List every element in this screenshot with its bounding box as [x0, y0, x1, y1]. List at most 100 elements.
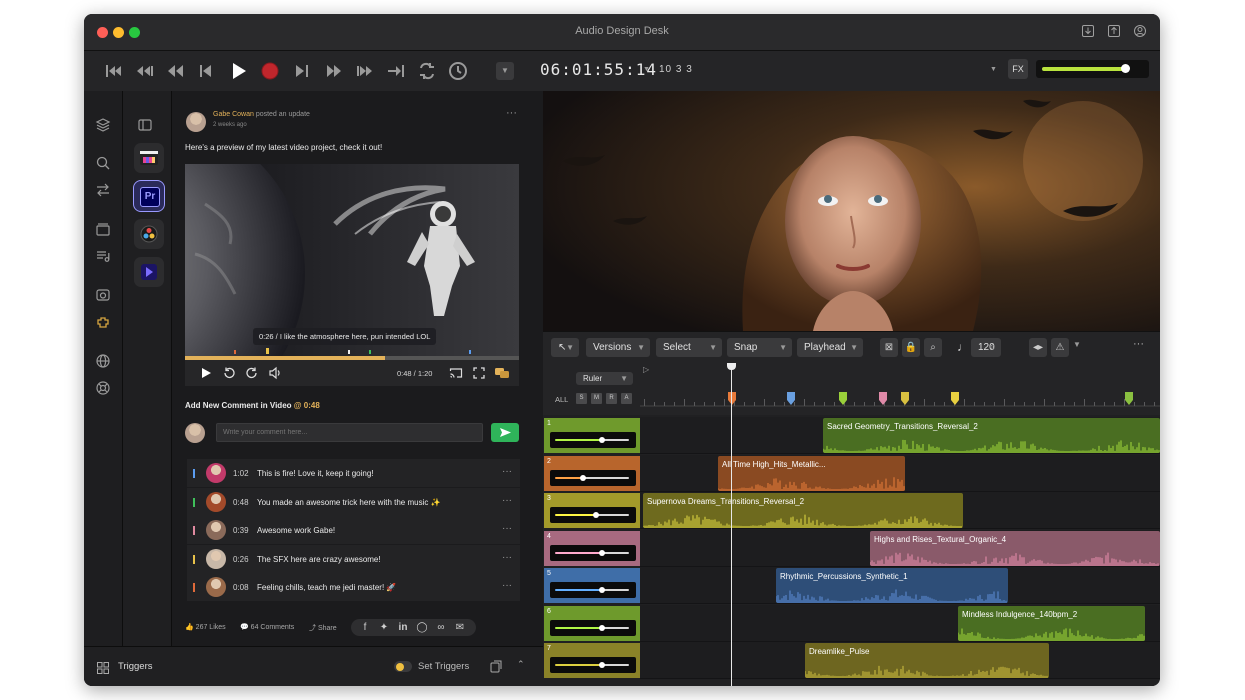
facebook-icon[interactable]: f — [358, 621, 372, 635]
step-forward-icon[interactable] — [289, 59, 313, 83]
comment-marker[interactable] — [234, 350, 236, 354]
audio-clip[interactable]: Supernova Dreams_Transitions_Reversal_2 — [643, 493, 963, 528]
comments-icon[interactable] — [494, 365, 510, 381]
pointer-tool-dropdown[interactable]: ↖ ▼ — [551, 338, 579, 357]
track-header[interactable]: 3 — [544, 493, 640, 528]
track-header[interactable]: 2 — [544, 455, 640, 491]
folder-icon[interactable] — [95, 221, 111, 237]
comment-more-icon[interactable]: ··· — [502, 466, 512, 477]
sidebar-toggle-icon[interactable] — [137, 117, 153, 133]
previous-marker-icon[interactable] — [133, 59, 157, 83]
camera-icon[interactable] — [95, 287, 111, 303]
comment-timestamp[interactable]: 0:48 — [233, 498, 249, 507]
audio-clip[interactable]: All Time High_Hits_Metallic... — [718, 455, 905, 491]
plugin-icon[interactable] — [95, 314, 111, 330]
track-header[interactable]: 4 — [544, 530, 640, 566]
track-volume-slider[interactable] — [550, 507, 636, 523]
comment-more-icon[interactable]: ··· — [502, 495, 512, 506]
comment-timestamp[interactable]: 0:08 — [233, 583, 249, 592]
comment-item[interactable]: 0:26 The SFX here are crazy awesome! ··· — [187, 544, 520, 573]
track-volume-knob[interactable] — [599, 662, 606, 668]
help-icon[interactable] — [95, 380, 111, 396]
comment-marker[interactable] — [348, 350, 350, 354]
video-preview[interactable] — [543, 91, 1160, 331]
download-icon[interactable] — [1080, 24, 1096, 40]
comment-timestamp[interactable]: 0:39 — [233, 526, 249, 535]
track-volume-knob[interactable] — [599, 624, 606, 631]
track-volume-knob[interactable] — [592, 512, 599, 518]
timeline-marker[interactable] — [728, 392, 736, 405]
audio-clip[interactable]: Rhythmic_Percussions_Synthetic_1 — [776, 568, 1008, 603]
playlist-icon[interactable] — [95, 248, 111, 264]
timeline-marker[interactable] — [901, 392, 909, 405]
audio-design-app-icon[interactable] — [134, 257, 164, 287]
forward-10-icon[interactable] — [245, 366, 259, 380]
account-icon[interactable] — [1132, 24, 1148, 40]
commenter-avatar[interactable] — [206, 463, 226, 483]
snap-dropdown[interactable]: Snap ▼ — [727, 338, 792, 357]
comment-item[interactable]: 1:02 This is fire! Love it, keep it going… — [187, 459, 520, 487]
chevron-down-icon[interactable]: ▼ — [496, 62, 514, 80]
play-icon[interactable] — [226, 59, 250, 83]
select-dropdown[interactable]: Select ▼ — [656, 338, 722, 357]
commenter-avatar[interactable] — [206, 577, 226, 597]
layers-icon[interactable] — [95, 117, 111, 133]
track-volume-slider[interactable] — [550, 544, 636, 561]
comment-marker[interactable] — [469, 350, 471, 354]
record-icon[interactable] — [258, 59, 282, 83]
cast-icon[interactable] — [449, 366, 463, 380]
split-tool-icon[interactable]: ⊠ — [880, 338, 898, 357]
timeline-marker[interactable] — [839, 392, 847, 405]
master-volume-slider[interactable] — [1036, 60, 1149, 78]
metronome-icon[interactable]: ⚠ — [1051, 338, 1069, 357]
track-volume-knob[interactable] — [599, 587, 606, 593]
triggers-label[interactable]: Triggers — [118, 661, 153, 672]
linkedin-icon[interactable]: in — [396, 621, 410, 635]
next-marker-icon[interactable] — [353, 59, 377, 83]
share-button[interactable]: ⤴ Share — [309, 623, 337, 633]
comment-item[interactable]: 0:08 Feeling chills, teach me jedi master… — [187, 573, 520, 601]
comment-timestamp[interactable]: 1:02 — [233, 469, 249, 478]
play-icon[interactable] — [199, 366, 213, 380]
rewind-icon[interactable] — [164, 59, 188, 83]
copy-icon[interactable] — [490, 660, 503, 673]
chevron-down-icon[interactable]: ▼ — [1073, 340, 1081, 349]
track-option-button[interactable]: R — [606, 393, 617, 404]
audio-clip[interactable]: Sacred Geometry_Transitions_Reversal_2 — [823, 418, 1160, 453]
author-name[interactable]: Gabe Cowan — [213, 111, 254, 118]
globe-icon[interactable] — [95, 353, 111, 369]
playhead-dropdown[interactable]: Playhead ▼ — [797, 338, 863, 357]
final-cut-app-icon[interactable] — [134, 143, 164, 173]
audio-clip[interactable]: Dreamlike_Pulse — [805, 643, 1049, 678]
comment-item[interactable]: 0:48 You made an awesome trick here with … — [187, 487, 520, 516]
track-header[interactable]: 5 — [544, 568, 640, 603]
set-triggers-toggle[interactable] — [394, 661, 412, 672]
post-video[interactable]: 0:26 / I like the atmosphere here, pun i… — [185, 164, 519, 360]
timeline-marker[interactable] — [951, 392, 959, 405]
audio-clip[interactable]: Mindless Indulgence_140bpm_2 — [958, 605, 1145, 641]
rewind-10-icon[interactable] — [222, 366, 236, 380]
comment-timestamp[interactable]: 0:26 — [233, 555, 249, 564]
go-to-start-icon[interactable] — [102, 59, 126, 83]
commenter-avatar[interactable] — [206, 491, 226, 512]
track-volume-slider[interactable] — [550, 657, 636, 673]
fast-forward-icon[interactable] — [322, 59, 346, 83]
comment-item[interactable]: 0:39 Awesome work Gabe! ··· — [187, 516, 520, 544]
volume-knob[interactable] — [1121, 64, 1130, 73]
timecode-chevron-icon[interactable]: ▼ — [643, 66, 650, 73]
whatsapp-icon[interactable]: ◯ — [415, 621, 429, 635]
track-volume-slider[interactable] — [550, 619, 636, 636]
track-volume-slider[interactable] — [550, 469, 636, 486]
search-tool-icon[interactable]: ⌕ — [924, 338, 942, 357]
video-comment-bubble[interactable]: 0:26 / I like the atmosphere here, pun i… — [253, 328, 437, 345]
comment-more-icon[interactable]: ··· — [502, 523, 512, 534]
fx-button[interactable]: FX — [1008, 59, 1028, 79]
go-to-end-icon[interactable] — [384, 59, 408, 83]
track-header[interactable]: 7 — [544, 643, 640, 678]
track-volume-slider[interactable] — [550, 582, 636, 598]
track-volume-knob[interactable] — [580, 474, 587, 481]
ruler-dropdown[interactable]: Ruler ▼ — [576, 372, 633, 385]
grid-icon[interactable] — [97, 661, 109, 674]
playhead-line[interactable] — [731, 363, 732, 686]
chevron-up-icon[interactable]: ⌃ — [517, 659, 525, 670]
